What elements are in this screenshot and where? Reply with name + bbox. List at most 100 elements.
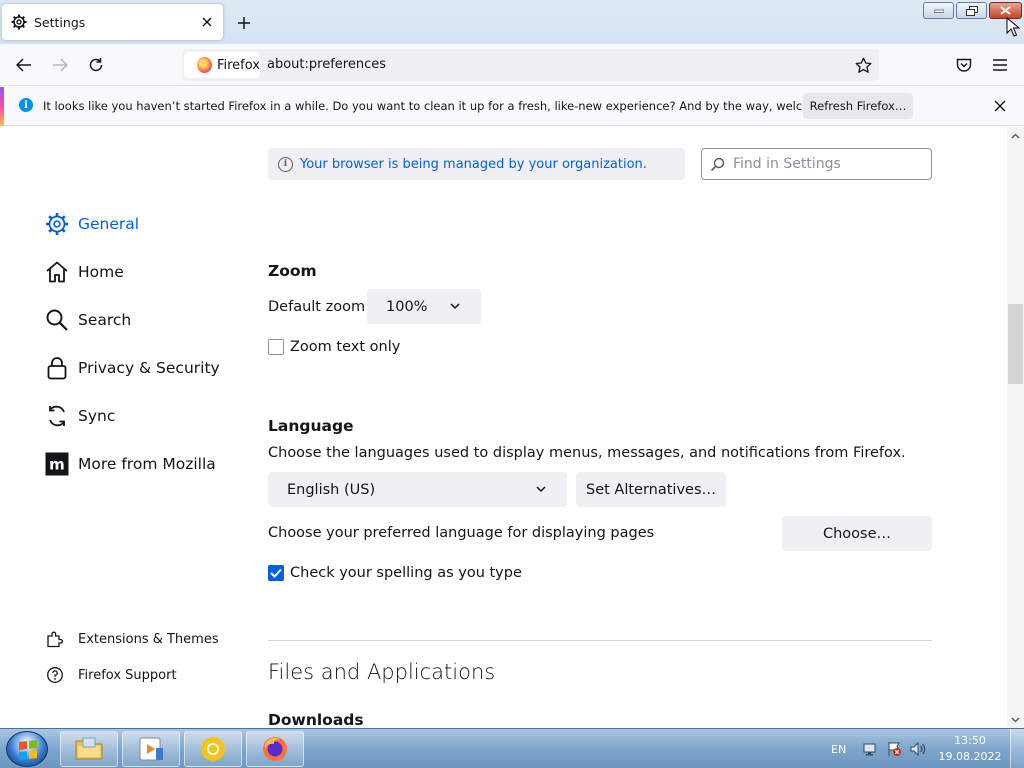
help-icon — [47, 667, 63, 683]
tab-strip: Settings — [0, 0, 1024, 44]
close-icon — [1000, 6, 1011, 15]
pocket-icon[interactable] — [952, 53, 976, 77]
gear-icon — [44, 212, 69, 237]
policies-notice[interactable]: i Your browser is being managed by your … — [268, 148, 685, 180]
address-bar[interactable]: Firefox about:preferences — [182, 49, 879, 81]
settings-page: i Your browser is being managed by your … — [0, 127, 1007, 728]
find-in-settings[interactable] — [701, 148, 932, 180]
home-icon — [44, 260, 69, 285]
category-label: Sync — [78, 407, 116, 425]
identity-label: Firefox — [216, 57, 260, 73]
show-desktop-button[interactable] — [1010, 729, 1024, 768]
back-arrow-icon[interactable] — [12, 53, 36, 77]
category-home[interactable]: Home — [44, 258, 124, 286]
spellcheck-checkbox[interactable] — [268, 565, 284, 581]
media-player-icon — [139, 737, 163, 761]
svg-text:m: m — [49, 456, 65, 474]
lock-icon — [44, 356, 69, 381]
notification-accent — [0, 87, 4, 126]
clock-date: 19.08.2022 — [938, 750, 1002, 763]
section-divider — [268, 640, 932, 641]
link-label: Firefox Support — [78, 667, 177, 683]
file-explorer-icon — [75, 737, 103, 760]
action-center-flag-icon[interactable] — [886, 741, 902, 757]
set-alternatives-button[interactable]: Set Alternatives… — [576, 472, 726, 507]
volume-icon[interactable] — [910, 741, 926, 757]
chevron-down-icon — [450, 303, 460, 310]
files-applications-heading: Files and Applications — [268, 660, 496, 684]
restore-icon — [965, 5, 978, 16]
language-description: Choose the languages used to display men… — [268, 445, 906, 461]
search-input[interactable] — [733, 156, 923, 172]
hamburger-menu-icon[interactable] — [988, 53, 1012, 77]
chrome-icon — [201, 737, 225, 761]
checkmark-icon — [270, 568, 282, 578]
firefox-logo-icon — [197, 57, 212, 73]
category-label: More from Mozilla — [78, 455, 216, 473]
system-clock[interactable]: 13:50 19.08.2022 — [938, 733, 1002, 765]
search-icon — [44, 308, 69, 333]
mouse-cursor-icon — [1006, 17, 1020, 37]
navigation-toolbar: Firefox about:preferences — [0, 44, 1024, 86]
language-select[interactable]: English (US) — [268, 472, 567, 507]
restore-button[interactable] — [956, 2, 987, 19]
category-sync[interactable]: Sync — [44, 402, 115, 430]
search-icon — [710, 157, 725, 171]
gear-icon — [11, 14, 27, 30]
scroll-up-arrow-icon[interactable] — [1007, 127, 1024, 144]
firefox-support-link[interactable]: Firefox Support — [46, 665, 177, 685]
downloads-heading: Downloads — [268, 711, 364, 728]
bookmark-star-icon[interactable] — [851, 53, 875, 77]
scrollbar-thumb[interactable] — [1008, 304, 1023, 384]
zoom-text-only-checkbox[interactable] — [268, 339, 284, 355]
identity-box[interactable]: Firefox — [184, 52, 260, 78]
taskbar-firefox[interactable] — [246, 731, 304, 767]
mozilla-icon: m — [44, 452, 69, 477]
minimize-button[interactable] — [923, 2, 954, 19]
firefox-icon — [263, 737, 287, 761]
scroll-down-arrow-icon[interactable] — [1007, 711, 1024, 728]
close-tab-icon[interactable] — [199, 14, 215, 30]
windows-taskbar: EN 13:50 19.08.2022 — [0, 728, 1024, 768]
notification-message: It looks like you haven’t started Firefo… — [43, 99, 864, 113]
forward-arrow-icon[interactable] — [48, 53, 72, 77]
tab-title: Settings — [34, 14, 86, 30]
taskbar-chrome[interactable] — [184, 731, 242, 767]
close-notification-icon[interactable] — [990, 96, 1010, 116]
new-tab-plus-icon[interactable] — [233, 12, 255, 34]
keyboard-language[interactable]: EN — [831, 743, 846, 756]
default-zoom-select[interactable]: 100% — [367, 289, 481, 324]
extensions-themes-link[interactable]: Extensions & Themes — [46, 629, 219, 649]
zoom-heading: Zoom — [268, 262, 317, 280]
windows-logo-icon — [19, 740, 37, 760]
category-more-from-mozilla[interactable]: m More from Mozilla — [44, 450, 216, 478]
start-button[interactable] — [6, 731, 48, 767]
taskbar-media-player[interactable] — [122, 731, 180, 767]
choose-languages-button[interactable]: Choose… — [782, 516, 932, 551]
minimize-icon — [933, 9, 944, 13]
tab-settings[interactable]: Settings — [2, 4, 223, 40]
system-tray: EN — [820, 729, 926, 768]
category-label: General — [78, 215, 140, 233]
taskbar-file-explorer[interactable] — [60, 731, 118, 767]
category-label: Privacy & Security — [78, 359, 220, 377]
language-heading: Language — [268, 417, 354, 435]
network-icon[interactable] — [862, 741, 878, 757]
chevron-down-icon — [536, 486, 546, 493]
category-general[interactable]: General — [44, 210, 139, 238]
sync-icon — [44, 404, 69, 429]
category-privacy[interactable]: Privacy & Security — [44, 354, 220, 382]
notification-bar: i It looks like you haven’t started Fire… — [0, 87, 1024, 126]
default-zoom-label: Default zoom — [268, 299, 366, 315]
category-label: Home — [78, 263, 124, 281]
link-label: Extensions & Themes — [78, 631, 219, 647]
puzzle-icon — [47, 631, 63, 648]
refresh-firefox-button[interactable]: Refresh Firefox… — [803, 93, 913, 119]
url-text[interactable]: about:preferences — [267, 57, 386, 72]
page-language-label: Choose your preferred language for displ… — [268, 525, 655, 541]
reload-icon[interactable] — [84, 53, 108, 77]
policies-notice-link[interactable]: Your browser is being managed by your or… — [300, 157, 647, 172]
default-zoom-value: 100% — [386, 298, 428, 315]
category-search[interactable]: Search — [44, 306, 131, 334]
vertical-scrollbar[interactable] — [1007, 127, 1024, 728]
